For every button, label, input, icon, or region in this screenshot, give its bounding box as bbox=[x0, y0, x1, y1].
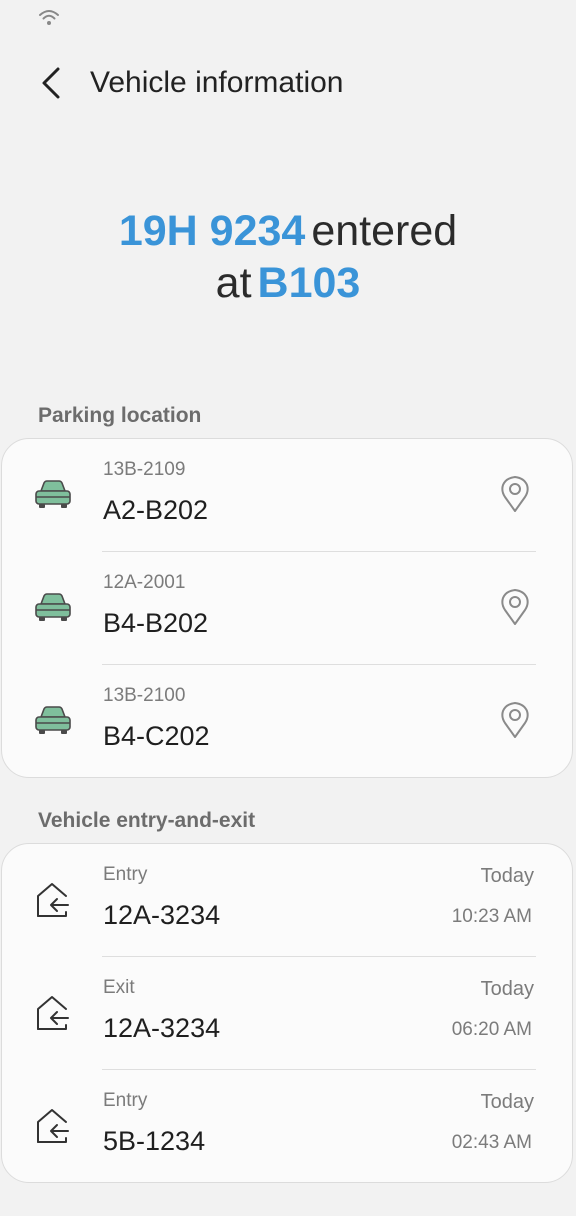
hero-verb: entered bbox=[311, 207, 458, 255]
parking-code: 13B-2100 bbox=[103, 685, 186, 706]
entry-plate: 5B-1234 bbox=[103, 1126, 206, 1156]
parking-row[interactable]: 13B-2100 B4-C202 bbox=[2, 665, 572, 778]
entry-row[interactable]: Exit 12A-3234 Today 06:20 AM bbox=[2, 957, 572, 1070]
location-pin-icon[interactable] bbox=[498, 701, 532, 739]
hero-line-2: at B103 bbox=[0, 257, 576, 309]
app-bar: Vehicle information bbox=[0, 50, 576, 116]
car-icon bbox=[35, 706, 71, 734]
entry-row[interactable]: Entry 5B-1234 Today 02:43 AM bbox=[2, 1070, 572, 1183]
parking-code: 13B-2109 bbox=[103, 459, 186, 480]
parking-code: 12A-2001 bbox=[103, 572, 186, 593]
entry-exit-icon bbox=[37, 996, 69, 1030]
parking-row[interactable]: 12A-2001 B4-B202 bbox=[2, 552, 572, 665]
parking-location-card: 13B-2109 A2-B202 12A-2001 B4-B202 13B-21… bbox=[1, 438, 573, 778]
hero-location: B103 bbox=[257, 259, 361, 307]
entry-day: Today bbox=[480, 865, 534, 887]
car-icon bbox=[35, 480, 71, 508]
parking-section-label: Parking location bbox=[38, 404, 202, 427]
entries-section-label: Vehicle entry-and-exit bbox=[38, 809, 256, 832]
parking-row[interactable]: 13B-2109 A2-B202 bbox=[2, 439, 572, 552]
entry-exit-icon bbox=[37, 1109, 69, 1143]
entry-row[interactable]: Entry 12A-3234 Today 10:23 AM bbox=[2, 844, 572, 957]
chevron-left-icon bbox=[42, 67, 60, 99]
entry-time: 06:20 AM bbox=[451, 1019, 532, 1040]
vehicle-status-summary: 19H 9234 entered at B103 bbox=[0, 205, 576, 309]
back-button[interactable] bbox=[28, 60, 74, 106]
entry-exit-icon bbox=[37, 883, 69, 917]
entry-time: 10:23 AM bbox=[451, 906, 532, 927]
hero-at: at bbox=[215, 259, 252, 307]
status-bar bbox=[0, 0, 576, 36]
page-title: Vehicle information bbox=[90, 66, 344, 99]
entry-type: Exit bbox=[103, 977, 135, 998]
parking-spot: B4-B202 bbox=[103, 608, 209, 638]
hero-plate: 19H 9234 bbox=[118, 207, 306, 255]
entry-type: Entry bbox=[103, 864, 148, 885]
location-pin-icon[interactable] bbox=[498, 588, 532, 626]
parking-spot: B4-C202 bbox=[103, 721, 210, 751]
entry-exit-card: Entry 12A-3234 Today 10:23 AM Exit 12A-3… bbox=[1, 843, 573, 1183]
entry-plate: 12A-3234 bbox=[103, 900, 221, 930]
entry-type: Entry bbox=[103, 1090, 148, 1111]
parking-spot: A2-B202 bbox=[103, 495, 209, 525]
entry-day: Today bbox=[480, 1091, 534, 1113]
location-pin-icon[interactable] bbox=[498, 475, 532, 513]
entry-plate: 12A-3234 bbox=[103, 1013, 221, 1043]
entry-day: Today bbox=[480, 978, 534, 1000]
hero-line-1: 19H 9234 entered bbox=[0, 205, 576, 257]
entry-time: 02:43 AM bbox=[451, 1132, 532, 1153]
car-icon bbox=[35, 593, 71, 621]
wifi-icon bbox=[39, 10, 59, 25]
